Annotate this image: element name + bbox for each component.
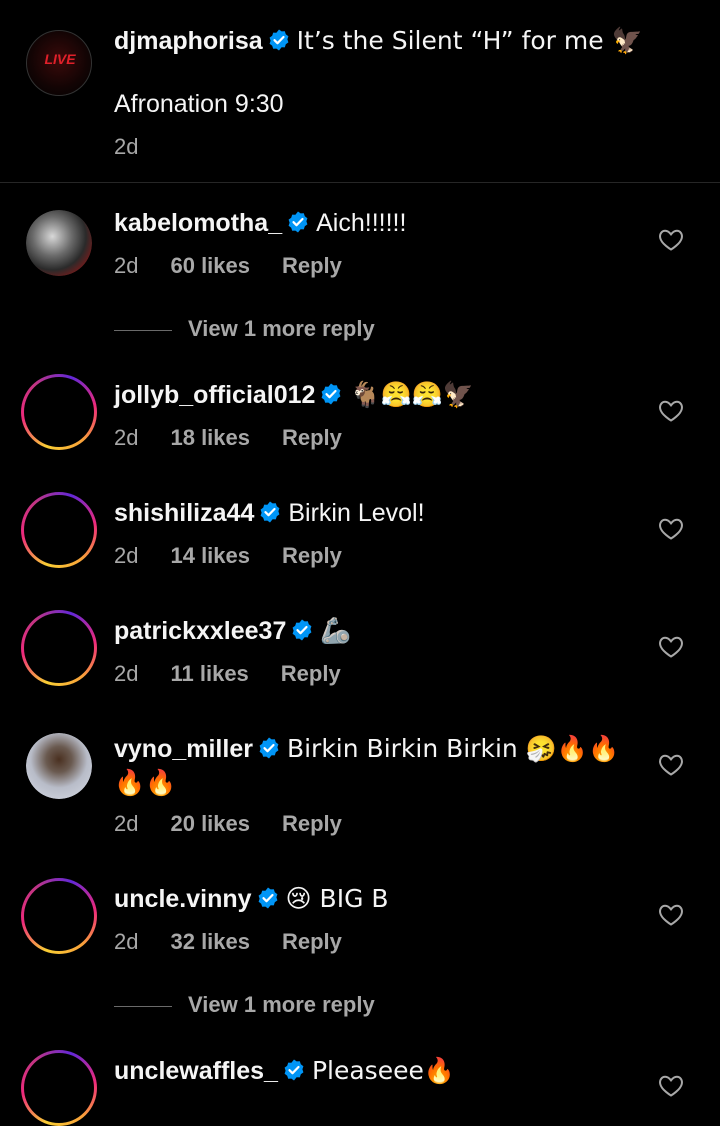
caption-time: 2d xyxy=(114,134,170,160)
comment-username[interactable]: unclewaffles_ xyxy=(114,1057,278,1085)
reply-button[interactable]: Reply xyxy=(282,543,342,568)
heart-outline-icon[interactable] xyxy=(658,228,684,252)
comment-text: Pleaseee🔥 xyxy=(311,1056,455,1085)
comment-username[interactable]: uncle.vinny xyxy=(114,885,252,913)
comment-line: jollyb_official012 🐐😤😤🦅 xyxy=(114,380,474,410)
comment-line: uncle.vinny 😢 BIG B xyxy=(114,884,389,914)
comment-line: unclewaffles_ Pleaseee🔥 xyxy=(114,1056,455,1086)
comment-meta: 2d 60 likes Reply xyxy=(114,253,374,279)
view-more-replies[interactable]: View 1 more reply xyxy=(114,992,375,1018)
reply-button[interactable]: Reply xyxy=(282,811,342,836)
avatar[interactable] xyxy=(26,733,92,799)
caption-second-line: Afronation 9:30 xyxy=(114,90,284,118)
comment-text: Birkin Levol! xyxy=(288,499,425,527)
reply-button[interactable]: Reply xyxy=(282,253,342,278)
timestamp: 2d xyxy=(114,661,139,686)
comment-meta: 2d 14 likes Reply xyxy=(114,543,374,569)
heart-outline-icon[interactable] xyxy=(658,517,684,541)
caption-avatar[interactable]: LIVE xyxy=(26,30,92,96)
verified-badge-icon xyxy=(288,211,308,233)
timestamp: 2d xyxy=(114,543,139,568)
view-more-label: View 1 more reply xyxy=(188,316,375,341)
verified-badge-icon xyxy=(284,1059,304,1081)
reply-dash xyxy=(114,1005,172,1007)
verified-badge-icon xyxy=(322,383,341,405)
story-ring-avatar[interactable] xyxy=(21,610,97,686)
timestamp: 2d xyxy=(114,425,139,450)
verified-badge-icon xyxy=(260,501,280,523)
comment-text: Aich!!!!!! xyxy=(316,209,407,237)
heart-outline-icon[interactable] xyxy=(658,1074,684,1098)
avatar[interactable] xyxy=(26,210,92,276)
heart-outline-icon[interactable] xyxy=(658,399,684,423)
likes-count[interactable]: 11 likes xyxy=(170,661,248,686)
comment-username[interactable]: jollyb_official012 xyxy=(114,381,315,409)
verified-badge-icon xyxy=(259,737,279,759)
verified-badge-icon xyxy=(258,887,277,909)
comment-meta: 2d 18 likes Reply xyxy=(114,425,374,451)
caption-line: djmaphorisa It’s the Silent “H” for me 🦅 xyxy=(114,26,643,56)
comment-line: patrickxxlee37 🦾 xyxy=(114,616,352,646)
timestamp: 2d xyxy=(114,253,139,278)
divider xyxy=(0,182,720,183)
heart-outline-icon[interactable] xyxy=(658,903,684,927)
story-ring-avatar[interactable] xyxy=(21,492,97,568)
comment-meta: 2d 20 likes Reply xyxy=(114,811,374,837)
verified-badge-icon xyxy=(269,29,289,51)
comment-text: Birkin Birkin Birkin 🤧🔥🔥 xyxy=(286,734,620,763)
comment-username[interactable]: patrickxxlee37 xyxy=(114,617,286,645)
comment-text: 🐐😤😤🦅 xyxy=(349,380,474,409)
likes-count[interactable]: 32 likes xyxy=(170,929,250,954)
likes-count[interactable]: 60 likes xyxy=(170,253,250,278)
comment-meta: 2d 32 likes Reply xyxy=(114,929,374,955)
heart-outline-icon[interactable] xyxy=(658,635,684,659)
comment-username[interactable]: shishiliza44 xyxy=(114,499,254,527)
view-more-replies[interactable]: View 1 more reply xyxy=(114,316,375,342)
comment-line: vyno_miller Birkin Birkin Birkin 🤧🔥🔥 xyxy=(114,734,619,764)
story-ring-avatar[interactable] xyxy=(21,1050,97,1126)
timestamp: 2d xyxy=(114,811,139,836)
likes-count[interactable]: 14 likes xyxy=(170,543,250,568)
reply-button[interactable]: Reply xyxy=(281,661,341,686)
comment-line: kabelomotha_ Aich!!!!!! xyxy=(114,208,406,238)
caption-username[interactable]: djmaphorisa xyxy=(114,27,263,55)
comment-line: shishiliza44 Birkin Levol! xyxy=(114,498,425,528)
comment-text-line2: 🔥🔥 xyxy=(114,768,177,797)
post-caption: LIVE djmaphorisa It’s the Silent “H” for … xyxy=(0,0,720,183)
comment-text: 🦾 xyxy=(320,616,352,645)
caption-text: It’s the Silent “H” for me 🦅 xyxy=(296,26,643,55)
comment-username[interactable]: vyno_miller xyxy=(114,735,253,763)
view-more-label: View 1 more reply xyxy=(188,992,375,1017)
comment-text: 😢 BIG B xyxy=(285,884,389,913)
heart-outline-icon[interactable] xyxy=(658,753,684,777)
avatar-live-text: LIVE xyxy=(44,51,76,67)
timestamp: 2d xyxy=(114,929,139,954)
comment-username[interactable]: kabelomotha_ xyxy=(114,209,282,237)
likes-count[interactable]: 18 likes xyxy=(170,425,250,450)
comment-meta: 2d 11 likes Reply xyxy=(114,661,373,687)
story-ring-avatar[interactable] xyxy=(21,878,97,954)
timestamp: 2d xyxy=(114,134,139,159)
reply-button[interactable]: Reply xyxy=(282,929,342,954)
story-ring-avatar[interactable] xyxy=(21,374,97,450)
reply-button[interactable]: Reply xyxy=(282,425,342,450)
verified-badge-icon xyxy=(292,619,312,641)
likes-count[interactable]: 20 likes xyxy=(170,811,250,836)
reply-dash xyxy=(114,329,172,331)
